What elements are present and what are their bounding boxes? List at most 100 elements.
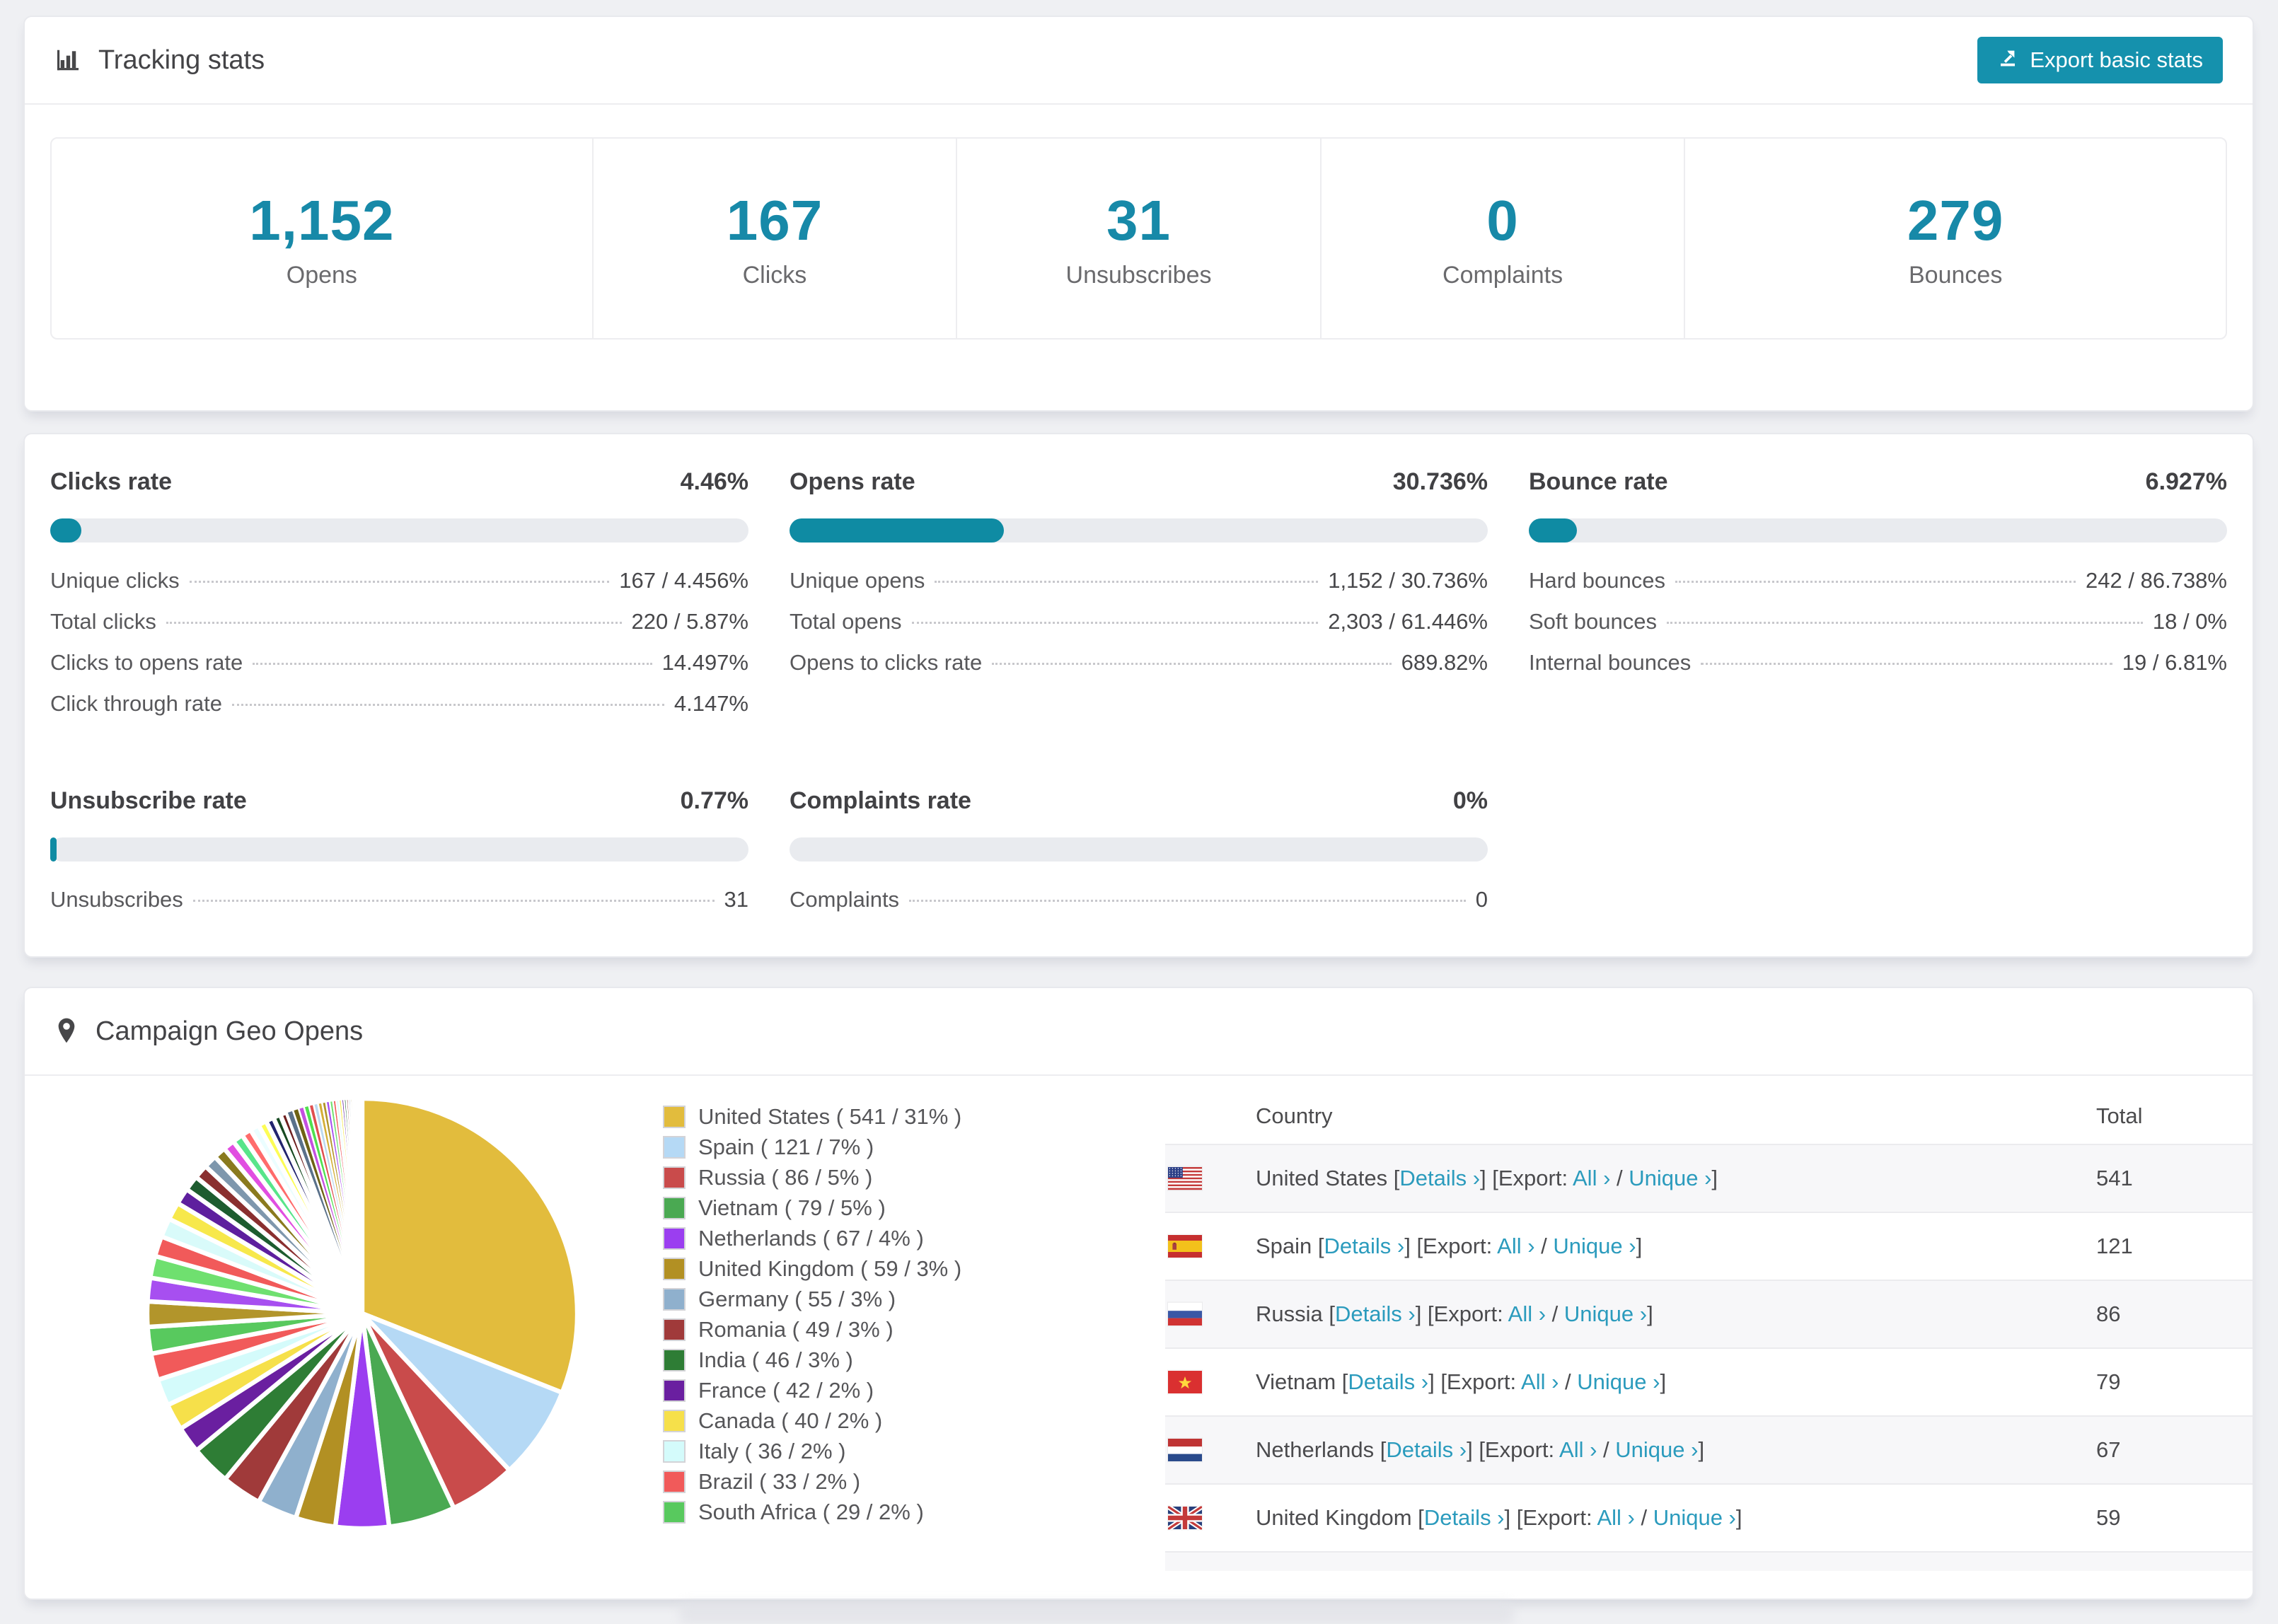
export-all-link[interactable]: All › (1497, 1234, 1534, 1258)
rate-detail-row: Click through rate 4.147% (50, 691, 748, 732)
export-all-link[interactable]: All › (1573, 1166, 1610, 1190)
geo-opens-pie-chart (144, 1096, 580, 1531)
export-all-link[interactable]: All › (1597, 1505, 1634, 1530)
legend-item-italy: Italy ( 36 / 2% ) (663, 1436, 961, 1466)
legend-label: Germany ( 55 / 3% ) (698, 1286, 896, 1311)
legend-swatch (663, 1348, 686, 1371)
summary-stat-clicks: 167 Clicks (591, 139, 956, 338)
export-icon (1997, 47, 2018, 74)
legend-item-brazil: Brazil ( 33 / 2% ) (663, 1466, 961, 1497)
export-all-link[interactable]: All › (1508, 1301, 1546, 1326)
rate-progress-bar (50, 518, 748, 543)
rate-detail-value: 1,152 / 30.736% (1328, 568, 1488, 593)
rate-title: Opens rate (790, 468, 915, 495)
geo-title-text: Campaign Geo Opens (96, 1016, 364, 1046)
rate-title-row: Complaints rate 0% (790, 787, 1488, 815)
legend-swatch (663, 1287, 686, 1311)
rate-title-row: Opens rate 30.736% (790, 468, 1488, 496)
opens-rate-panel: Opens rate 30.736% Unique opens 1,152 / … (790, 468, 1488, 732)
rate-value: 0% (1452, 787, 1488, 814)
dotted-leader (253, 663, 652, 665)
rate-value: 30.736% (1392, 468, 1488, 495)
legend-label: Netherlands ( 67 / 4% ) (698, 1225, 924, 1251)
details-link[interactable]: Details › (1399, 1166, 1480, 1190)
complaints-rate-panel: Complaints rate 0% Complaints 0 (790, 787, 1488, 928)
geo-country-table: Country Total United States [Details ›] … (1165, 1089, 2253, 1571)
rate-detail-label: Unsubscribes (50, 887, 183, 912)
legend-item-canada: Canada ( 40 / 2% ) (663, 1405, 961, 1436)
summary-stat-bounces: 279 Bounces (1684, 139, 2226, 338)
geo-table-row-spain: Spain [Details ›] [Export: All › / Uniqu… (1165, 1212, 2253, 1280)
legend-swatch (663, 1135, 686, 1159)
legend-item-south-africa: South Africa ( 29 / 2% ) (663, 1497, 961, 1527)
export-basic-stats-label: Export basic stats (2030, 47, 2203, 72)
rate-progress-fill (1529, 518, 1578, 543)
details-link[interactable]: Details › (1324, 1234, 1405, 1258)
rate-detail-label: Click through rate (50, 691, 222, 716)
details-link[interactable]: Details › (1424, 1505, 1505, 1530)
summary-stat-opens: 1,152 Opens (52, 139, 592, 338)
geo-title: Campaign Geo Opens (54, 1016, 363, 1047)
export-unique-link[interactable]: Unique › (1553, 1234, 1636, 1258)
tracking-stats-card: Tracking stats Export basic stats 1,152 O… (23, 16, 2254, 412)
export-all-link[interactable]: All › (1521, 1369, 1559, 1394)
rate-detail-value: 14.497% (661, 650, 748, 675)
dotted-leader (1666, 622, 2143, 624)
rate-value: 6.927% (2145, 468, 2227, 495)
rate-progress-bar (50, 837, 748, 862)
stat-value: 279 (1907, 188, 2004, 252)
rate-detail-row: Total clicks 220 / 5.87% (50, 609, 748, 650)
legend-swatch (663, 1470, 686, 1493)
geo-table-row-netherlands: Netherlands [Details ›] [Export: All › /… (1165, 1415, 2253, 1483)
details-link[interactable]: Details › (1348, 1369, 1428, 1394)
export-unique-link[interactable]: Unique › (1577, 1369, 1660, 1394)
stat-label: Opens (286, 261, 357, 289)
details-link[interactable]: Details › (1335, 1301, 1416, 1326)
legend-label: South Africa ( 29 / 2% ) (698, 1499, 924, 1524)
rate-detail-value: 220 / 5.87% (631, 609, 748, 634)
rate-detail-label: Internal bounces (1529, 650, 1692, 675)
rate-value: 4.46% (680, 468, 748, 495)
rate-detail-rows: Unique opens 1,152 / 30.736% Total opens… (790, 568, 1488, 691)
country-cell: Vietnam [Details ›] [Export: All › / Uni… (1256, 1369, 1667, 1394)
rate-detail-label: Complaints (790, 887, 900, 912)
stat-value: 0 (1486, 188, 1519, 252)
legend-label: Spain ( 121 / 7% ) (698, 1134, 874, 1159)
legend-swatch (663, 1105, 686, 1128)
rate-detail-row: Unique clicks 167 / 4.456% (50, 568, 748, 609)
rate-title: Unsubscribe rate (50, 787, 247, 814)
legend-swatch (663, 1500, 686, 1524)
dotted-leader (911, 622, 1319, 624)
map-pin-icon (54, 1017, 79, 1045)
rate-detail-row: Clicks to opens rate 14.497% (50, 650, 748, 691)
geo-header: Campaign Geo Opens (25, 988, 2253, 1076)
rate-detail-value: 19 / 6.81% (2122, 650, 2227, 675)
summary-stat-complaints: 0 Complaints (1319, 139, 1684, 338)
stat-value: 1,152 (249, 188, 395, 252)
export-unique-link[interactable]: Unique › (1629, 1166, 1711, 1190)
rate-title: Clicks rate (50, 468, 172, 495)
legend-swatch (663, 1439, 686, 1463)
total-cell: 86 (2096, 1301, 2121, 1326)
stat-value: 31 (1106, 188, 1171, 252)
export-unique-link[interactable]: Unique › (1564, 1301, 1647, 1326)
bounce-rate-panel: Bounce rate 6.927% Hard bounces 242 / 86… (1529, 468, 2227, 732)
stat-label: Unsubscribes (1065, 261, 1212, 289)
flag-us-icon (1168, 1167, 1202, 1190)
country-column-header: Country (1256, 1103, 1333, 1128)
details-link[interactable]: Details › (1386, 1437, 1467, 1462)
legend-item-spain: Spain ( 121 / 7% ) (663, 1132, 961, 1162)
export-unique-link[interactable]: Unique › (1653, 1505, 1736, 1530)
export-all-link[interactable]: All › (1559, 1437, 1597, 1462)
export-unique-link[interactable]: Unique › (1615, 1437, 1698, 1462)
rate-detail-value: 2,303 / 61.446% (1328, 609, 1488, 634)
rate-progress-fill (790, 518, 1005, 543)
tracking-stats-header: Tracking stats Export basic stats (25, 17, 2253, 105)
pie-slice-other-43 (360, 1097, 364, 1314)
rate-title: Bounce rate (1529, 468, 1668, 495)
export-basic-stats-button[interactable]: Export basic stats (1977, 37, 2223, 83)
flag-nl-icon (1168, 1439, 1202, 1462)
legend-item-vietnam: Vietnam ( 79 / 5% ) (663, 1193, 961, 1223)
legend-swatch (663, 1196, 686, 1219)
dotted-leader (192, 900, 715, 902)
